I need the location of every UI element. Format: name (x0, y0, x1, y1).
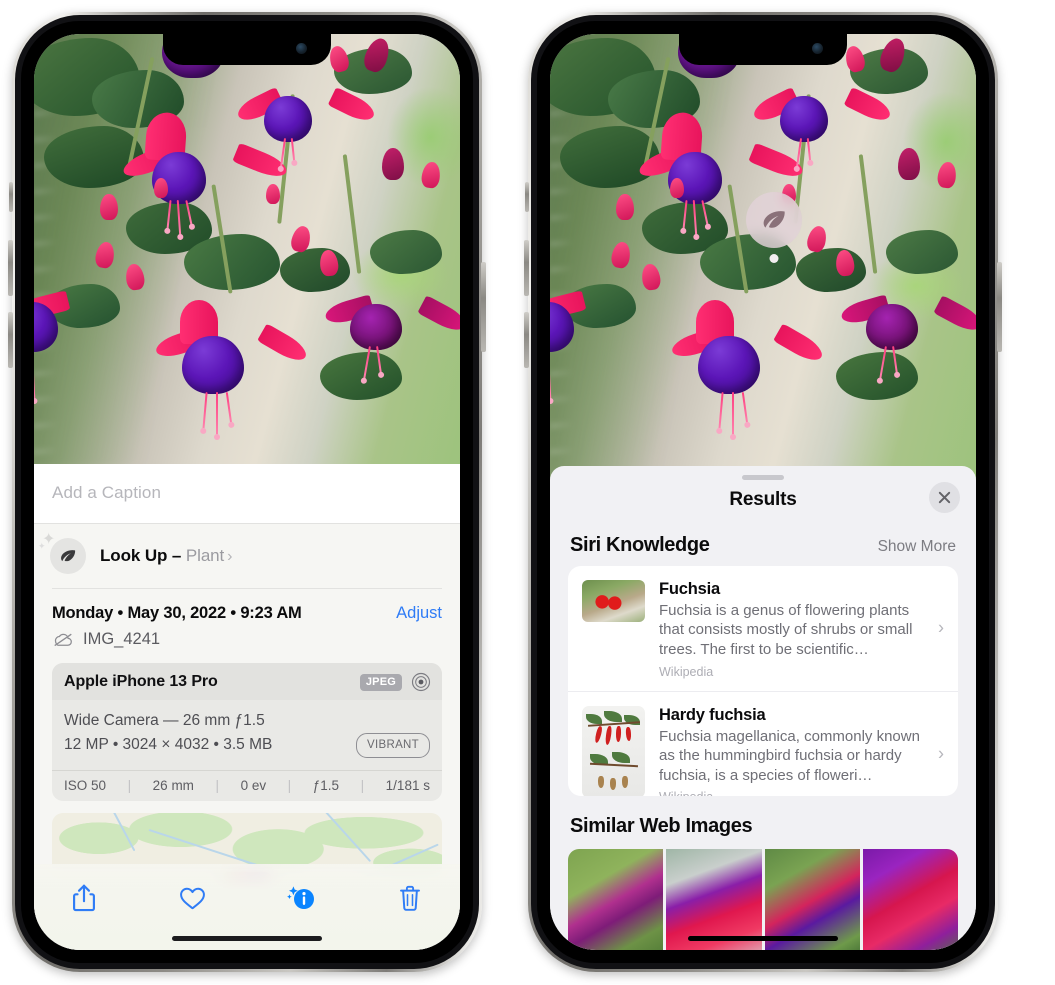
lens-line: Wide Camera — 26 mm ƒ1.5 (64, 712, 265, 729)
divider: | (127, 777, 132, 793)
favorite-button[interactable] (171, 878, 215, 918)
result-title: Fuchsia (659, 579, 720, 598)
aperture-icon[interactable] (411, 672, 431, 692)
share-icon (73, 884, 95, 912)
divider: | (215, 777, 220, 793)
volume-down-button[interactable] (524, 312, 529, 368)
power-button[interactable] (997, 262, 1002, 352)
siri-knowledge-card: Fuchsia Fuchsia is a genus of flowering … (568, 565, 958, 796)
exif-stat-ev: 0 ev (240, 777, 267, 793)
left-screen: Add a Caption ✦ ✦ Look Up – Plant › Mond… (34, 34, 460, 950)
result-title: Hardy fuchsia (659, 705, 766, 724)
heart-icon (180, 887, 206, 909)
exif-stat-shutter: 1/181 s (385, 777, 430, 793)
power-button[interactable] (481, 262, 486, 352)
result-description: Fuchsia magellanica, commonly known as t… (659, 727, 920, 784)
volume-up-button[interactable] (524, 240, 529, 296)
web-image-tile-4[interactable] (862, 848, 958, 950)
close-icon (938, 491, 951, 503)
front-camera-icon (296, 43, 307, 54)
left-iphone: Add a Caption ✦ ✦ Look Up – Plant › Mond… (8, 12, 486, 972)
size-line-row: 12 MP • 3024 × 4032 • 3.5 MB VIBRANT (64, 733, 430, 758)
leaf-icon (746, 192, 802, 248)
results-header: Results (550, 480, 976, 515)
close-button[interactable] (929, 481, 960, 513)
exif-card[interactable]: Apple iPhone 13 Pro JPEG Wide Camera — 2… (52, 663, 442, 801)
result-thumbnail (582, 579, 645, 622)
notch (163, 34, 331, 65)
camera-device-name: Apple iPhone 13 Pro (64, 673, 218, 690)
divider: | (287, 777, 292, 793)
trash-icon (400, 885, 420, 911)
list-item[interactable]: Hardy fuchsia Fuchsia magellanica, commo… (568, 690, 958, 796)
siri-knowledge-title: Siri Knowledge (570, 533, 710, 556)
format-badge: JPEG (359, 673, 402, 691)
result-text: Hardy fuchsia Fuchsia magellanica, commo… (659, 706, 944, 796)
look-up-label: Look Up – Plant › (100, 546, 232, 566)
badge-anchor-dot (769, 254, 779, 263)
result-text: Fuchsia Fuchsia is a genus of flowering … (659, 580, 944, 679)
screenshot-stage: Add a Caption ✦ ✦ Look Up – Plant › Mond… (0, 0, 1055, 985)
look-up-subject: Plant (185, 546, 225, 565)
file-row: IMG_4241 (52, 623, 442, 663)
exif-stat-focal: 26 mm (152, 777, 194, 793)
siri-knowledge-header: Siri Knowledge Show More (550, 515, 976, 566)
result-source: Wikipedia (659, 790, 926, 796)
chevron-right-icon: › (938, 743, 944, 764)
file-name: IMG_4241 (83, 630, 161, 648)
info-icon (287, 886, 315, 909)
photo-info-sheet: Add a Caption ✦ ✦ Look Up – Plant › Mond… (34, 464, 460, 950)
similar-web-images-title: Similar Web Images (570, 814, 753, 837)
caption-input[interactable]: Add a Caption (34, 464, 460, 523)
home-indicator[interactable] (688, 936, 838, 941)
date-text: Monday • May 30, 2022 • 9:23 AM (52, 604, 302, 622)
metadata-block: Monday • May 30, 2022 • 9:23 AM Adjust I… (34, 588, 460, 663)
sparkle-small-icon: ✦ (38, 541, 46, 551)
list-item[interactable]: Fuchsia Fuchsia is a genus of flowering … (568, 566, 958, 691)
icloud-slash-icon (54, 633, 72, 646)
result-thumbnail (582, 705, 645, 796)
mute-switch[interactable] (525, 182, 529, 212)
exif-stat-aperture: ƒ1.5 (312, 777, 340, 793)
sheet-title: Results (729, 488, 797, 510)
right-iphone: Results Siri Knowledge Show More Fuchsia… (524, 12, 1002, 972)
divider: | (360, 777, 365, 793)
web-image-tile-1[interactable] (568, 848, 664, 950)
front-camera-icon (812, 43, 823, 54)
similar-web-images-header: Similar Web Images (550, 796, 976, 849)
volume-down-button[interactable] (8, 312, 13, 368)
date-row: Monday • May 30, 2022 • 9:23 AM Adjust (52, 589, 442, 623)
photographic-style-badge: VIBRANT (356, 733, 430, 758)
home-indicator[interactable] (172, 936, 322, 941)
look-up-row[interactable]: ✦ ✦ Look Up – Plant › (34, 523, 460, 588)
info-button[interactable] (279, 878, 323, 918)
visual-lookup-badge[interactable] (746, 192, 802, 263)
size-line: 12 MP • 3024 × 4032 • 3.5 MB (64, 736, 273, 754)
exif-body: Wide Camera — 26 mm ƒ1.5 12 MP • 3024 × … (52, 700, 442, 764)
show-more-button[interactable]: Show More (878, 538, 956, 556)
exif-stats-row: ISO 50 | 26 mm | 0 ev | ƒ1.5 | 1/181 s (52, 769, 442, 801)
exif-header: Apple iPhone 13 Pro JPEG (52, 663, 442, 700)
exif-stat-iso: ISO 50 (64, 777, 107, 793)
share-button[interactable] (62, 878, 106, 918)
chevron-right-icon: › (227, 548, 233, 565)
right-screen: Results Siri Knowledge Show More Fuchsia… (550, 34, 976, 950)
delete-button[interactable] (388, 878, 432, 918)
photo-viewer[interactable] (550, 34, 976, 484)
results-sheet: Results Siri Knowledge Show More Fuchsia… (550, 466, 976, 950)
similar-web-images-row[interactable] (568, 848, 958, 950)
chevron-right-icon: › (938, 617, 944, 638)
adjust-button[interactable]: Adjust (396, 604, 442, 623)
result-source: Wikipedia (659, 664, 714, 679)
web-image-tile-2[interactable] (666, 848, 762, 950)
photo-viewer[interactable] (34, 34, 460, 464)
result-description: Fuchsia is a genus of flowering plants t… (659, 601, 913, 658)
notch (679, 34, 847, 65)
volume-up-button[interactable] (8, 240, 13, 296)
leaf-icon: ✦ ✦ (38, 532, 86, 574)
look-up-text: Look Up – (100, 546, 186, 565)
mute-switch[interactable] (9, 182, 13, 212)
web-image-tile-3[interactable] (764, 848, 860, 950)
